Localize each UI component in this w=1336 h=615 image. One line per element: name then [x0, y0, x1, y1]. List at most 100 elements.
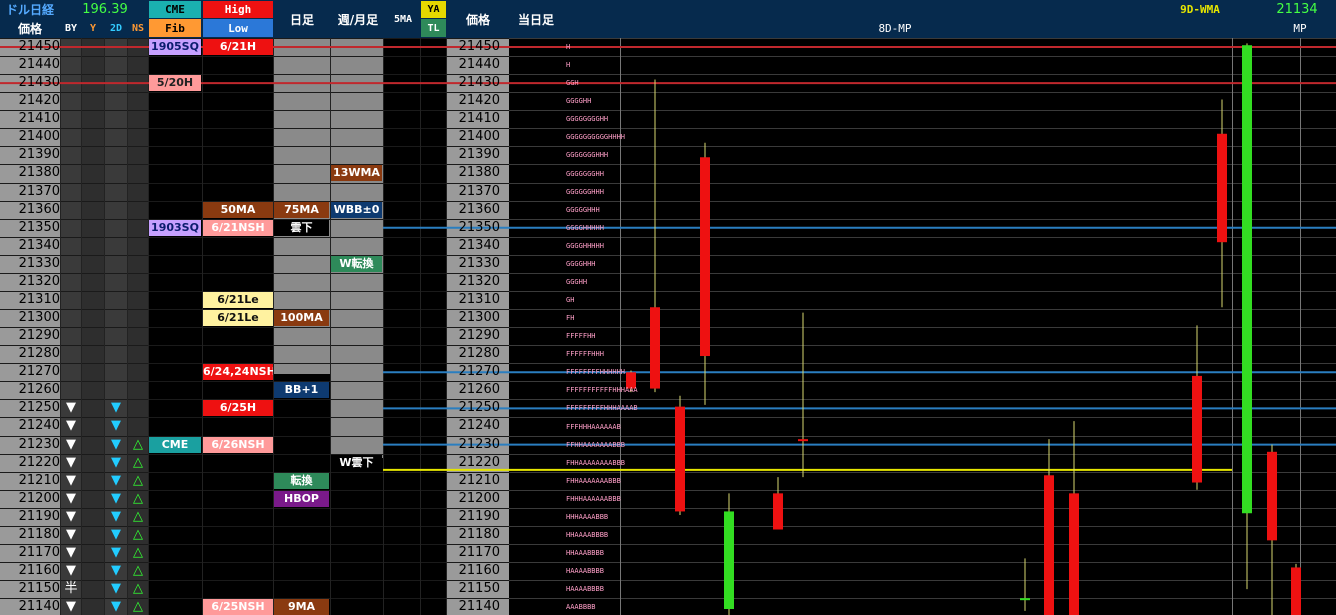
- price-label-2: 21260: [458, 382, 500, 398]
- level-label: 転換: [274, 472, 329, 489]
- level-label: BB+1: [274, 382, 329, 399]
- price-label-2: 21250: [458, 400, 500, 416]
- candle: [1291, 563, 1301, 615]
- tpo-row: GGGGGGGHH: [566, 169, 604, 178]
- price-label-2: 21150: [458, 581, 500, 597]
- level-label: 6/25H: [203, 400, 273, 417]
- level-label: 6/21Le: [203, 291, 273, 308]
- tpo-row: AAABBBB: [566, 603, 596, 612]
- price-label: 21150: [18, 581, 60, 597]
- 2d-down-arrow-icon: ▼: [111, 472, 121, 488]
- ns-up-triangle-icon: △: [133, 563, 143, 579]
- candle: [1020, 558, 1030, 611]
- level-label: 1903SQ: [149, 219, 201, 236]
- candle-body: [650, 307, 660, 389]
- 2d-down-arrow-icon: ▼: [111, 454, 121, 470]
- price-label-2: 21210: [458, 472, 500, 488]
- level-label: 13WMA: [331, 165, 382, 182]
- level-label: W雲下: [331, 454, 382, 471]
- price-label-2: 21220: [458, 454, 500, 470]
- tpo-row: GH: [566, 296, 575, 304]
- 2d-down-arrow-icon: ▼: [111, 508, 121, 524]
- level-label: W転換: [331, 255, 382, 272]
- by-down-arrow-icon: ▼: [66, 599, 76, 615]
- by-down-arrow-icon: ▼: [66, 436, 76, 452]
- candle: [798, 312, 808, 478]
- candle: [700, 142, 710, 405]
- price-label: 21250: [18, 400, 60, 416]
- tpo-row: FFFFFFFFFHHHAAAAB: [566, 404, 638, 413]
- tpo-row: HAAAABBBB: [566, 585, 604, 594]
- price-label-2: 21380: [458, 165, 500, 181]
- price-label-2: 21340: [458, 237, 500, 253]
- price-label: 21170: [18, 544, 60, 560]
- price-label-2: 21160: [458, 563, 500, 579]
- level-label: HBOP: [274, 490, 329, 507]
- price-label-2: 21370: [458, 183, 500, 199]
- 2d-down-arrow-icon: ▼: [111, 436, 121, 452]
- ns-up-triangle-icon: △: [133, 581, 143, 597]
- price-label-2: 21330: [458, 255, 500, 271]
- level-label: 1905SQ: [149, 39, 201, 55]
- candle: [1192, 325, 1202, 490]
- price-label: 21440: [18, 57, 60, 73]
- price-label: 21240: [18, 418, 60, 434]
- level-label: 雲下: [274, 219, 329, 236]
- tpo-row: GGGGGGGGHH: [566, 115, 609, 124]
- price-label-2: 21400: [458, 129, 500, 145]
- price-label: 21320: [18, 273, 60, 289]
- tpo-row: GGGGHH: [566, 97, 592, 106]
- price-label: 21370: [18, 183, 60, 199]
- price-label: 21160: [18, 563, 60, 579]
- tpo-row: GGGHH: [566, 277, 588, 286]
- level-label: 50MA: [203, 201, 273, 218]
- price-label-2: 21310: [458, 291, 500, 307]
- price-label-2: 21280: [458, 346, 500, 362]
- level-label: 6/21Le: [203, 310, 273, 327]
- tpo-row: GGGGGGGGGGHHHH: [566, 133, 626, 142]
- price-label-2: 21200: [458, 490, 500, 506]
- price-label: 21180: [18, 526, 60, 542]
- candle: [1217, 99, 1227, 308]
- tpo-row: FH: [566, 314, 575, 323]
- price-label-2: 21230: [458, 436, 500, 452]
- by-down-arrow-icon: ▼: [66, 454, 76, 470]
- tpo-row: HAAAABBBB: [566, 567, 604, 576]
- chart-svg: [0, 38, 1336, 615]
- 2d-down-arrow-icon: ▼: [111, 400, 121, 416]
- candle-body: [1020, 598, 1030, 601]
- 2d-down-arrow-icon: ▼: [111, 544, 121, 560]
- tpo-row: FHHAAAAAAAABBB: [566, 458, 626, 467]
- level-label: 6/21H: [203, 39, 273, 55]
- candle-body: [724, 511, 734, 610]
- level-label: CME: [149, 436, 201, 453]
- tpo-row: FFHHAAAAAAABBB: [566, 440, 626, 449]
- by-down-arrow-icon: ▼: [66, 544, 76, 560]
- price-label-2: 21320: [458, 273, 500, 289]
- by-down-arrow-icon: ▼: [66, 472, 76, 488]
- price-label: 21280: [18, 346, 60, 362]
- 2d-down-arrow-icon: ▼: [111, 418, 121, 434]
- price-label: 21140: [18, 599, 60, 615]
- tpo-row: GGGGHHH: [566, 259, 596, 268]
- candle: [1267, 444, 1277, 615]
- candle-body: [1069, 493, 1079, 615]
- tpo-row: GGH: [566, 79, 579, 88]
- price-label-2: 21190: [458, 508, 500, 524]
- tpo-row: FHHAAAAAAABBB: [566, 476, 621, 485]
- ns-up-triangle-icon: △: [133, 454, 143, 470]
- price-label-2: 21450: [458, 39, 500, 54]
- level-label: 6/24,24NSH: [203, 364, 273, 381]
- by-down-arrow-icon: ▼: [66, 526, 76, 542]
- by-down-arrow-icon: ▼: [66, 508, 76, 524]
- 2d-down-arrow-icon: ▼: [111, 581, 121, 597]
- ns-up-triangle-icon: △: [133, 472, 143, 488]
- price-label: 21210: [18, 472, 60, 488]
- price-label: 21310: [18, 291, 60, 307]
- level-label: 5/20H: [149, 75, 201, 92]
- price-label-2: 21170: [458, 544, 500, 560]
- tpo-row: HHAAAABBBB: [566, 530, 609, 539]
- price-label-2: 21410: [458, 111, 500, 127]
- price-label-2: 21290: [458, 328, 500, 344]
- price-label: 21430: [18, 75, 60, 91]
